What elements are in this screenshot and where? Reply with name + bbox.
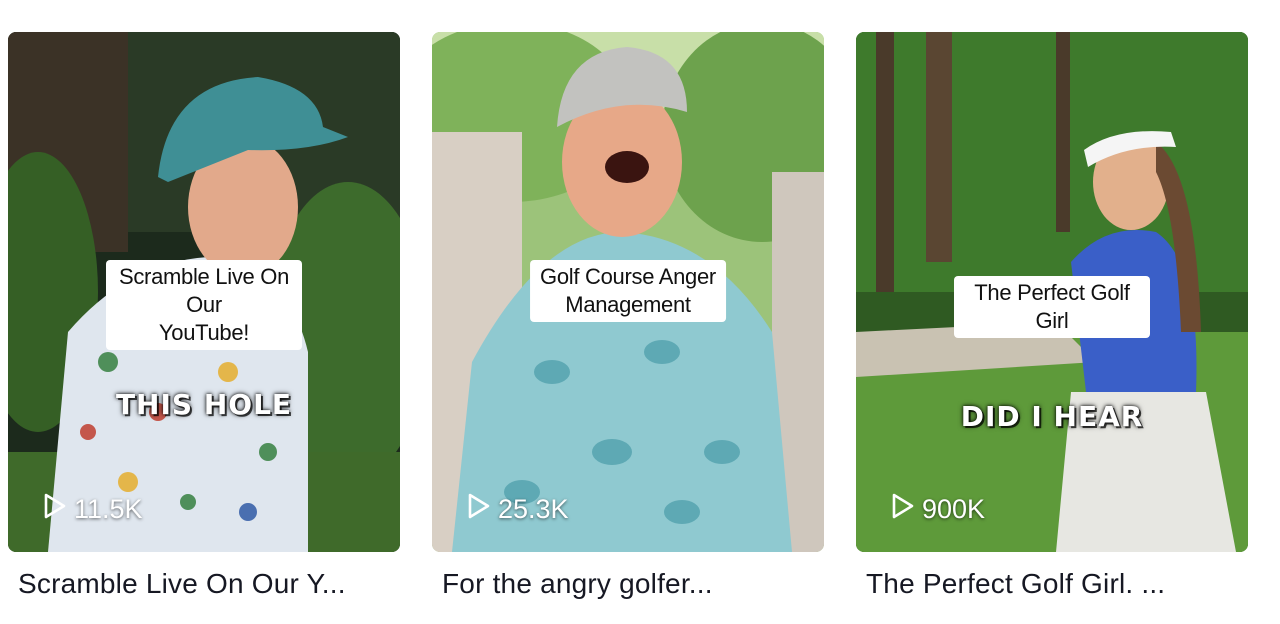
view-count-value: 11.5K xyxy=(74,494,143,524)
video-caption-overlay: The Perfect Golf Girl xyxy=(954,276,1150,338)
video-card[interactable]: Golf Course Anger Management 25.3K For t… xyxy=(432,32,824,600)
view-count: 11.5K xyxy=(42,492,143,527)
video-card[interactable]: Scramble Live On Our YouTube! THIS HOLE … xyxy=(8,32,400,600)
video-thumbnail[interactable]: Scramble Live On Our YouTube! THIS HOLE … xyxy=(8,32,400,552)
view-count: 900K xyxy=(890,492,985,527)
video-caption-overlay: Golf Course Anger Management xyxy=(530,260,726,322)
video-card[interactable]: The Perfect Golf Girl DID I HEAR 900K Th… xyxy=(856,32,1248,600)
play-outline-icon xyxy=(890,492,916,527)
view-count-value: 900K xyxy=(922,494,986,524)
video-text-overlay: DID I HEAR xyxy=(960,400,1144,433)
video-title[interactable]: The Perfect Golf Girl. ... xyxy=(856,568,1248,600)
video-caption-overlay: Scramble Live On Our YouTube! xyxy=(106,260,302,350)
video-title[interactable]: For the angry golfer... xyxy=(432,568,824,600)
view-count-value: 25.3K xyxy=(498,494,569,524)
video-text-overlay: THIS HOLE xyxy=(115,388,293,421)
view-count: 25.3K xyxy=(466,492,569,527)
video-thumbnail[interactable]: The Perfect Golf Girl DID I HEAR 900K xyxy=(856,32,1248,552)
video-grid: Scramble Live On Our YouTube! THIS HOLE … xyxy=(8,32,1248,600)
play-outline-icon xyxy=(466,492,492,527)
play-outline-icon xyxy=(42,492,68,527)
video-thumbnail[interactable]: Golf Course Anger Management 25.3K xyxy=(432,32,824,552)
video-title[interactable]: Scramble Live On Our Y... xyxy=(8,568,400,600)
